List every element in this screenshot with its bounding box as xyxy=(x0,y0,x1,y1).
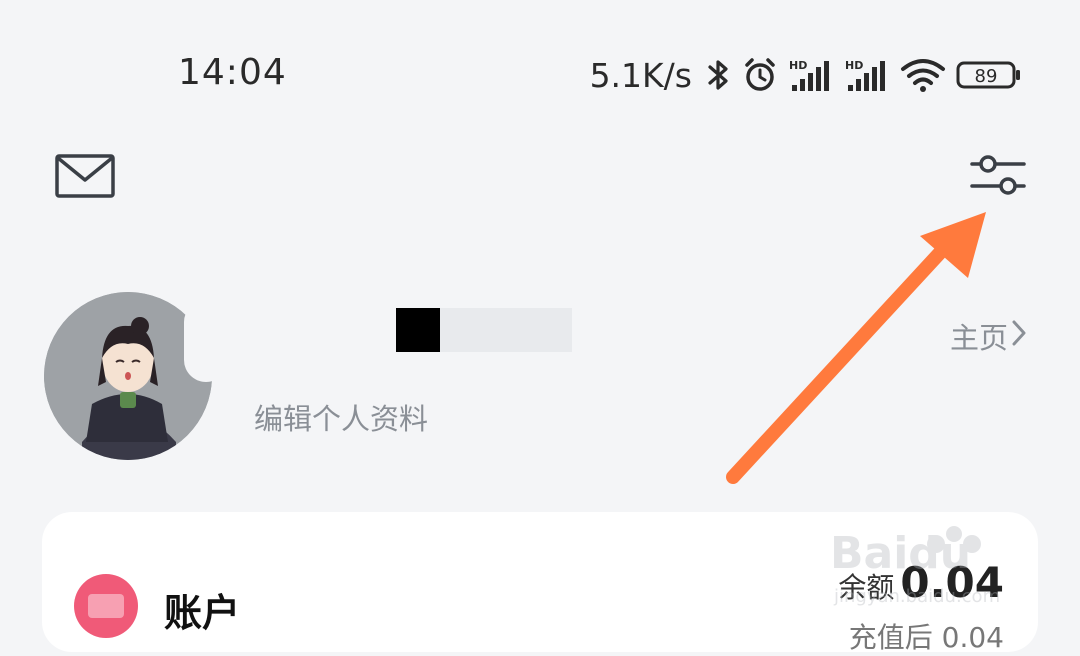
network-speed: 5.1K/s xyxy=(589,55,692,95)
wifi-icon xyxy=(900,57,946,93)
homepage-link[interactable]: 主页 xyxy=(950,315,1026,357)
balance-value: 0.04 xyxy=(900,558,1004,607)
balance: 余额 0.04 xyxy=(838,558,1004,607)
bluetooth-icon xyxy=(706,57,732,93)
chevron-right-icon xyxy=(1012,319,1026,353)
alarm-icon xyxy=(742,57,778,93)
edit-profile-link[interactable]: 编辑个人资料 xyxy=(254,396,428,438)
status-time: 14:04 xyxy=(178,52,287,93)
mail-icon[interactable] xyxy=(55,152,115,200)
svg-text:HD: HD xyxy=(845,59,863,72)
svg-text:HD: HD xyxy=(789,59,807,72)
wallet-icon xyxy=(74,574,138,638)
battery-level: 89 xyxy=(975,66,998,87)
avatar-notch xyxy=(184,300,228,382)
secondary-amount: 充值后 0.04 xyxy=(848,621,1004,654)
status-bar: 14:04 5.1K/s HD HD 89 xyxy=(0,0,1080,150)
battery-icon: 89 xyxy=(956,57,1022,93)
homepage-label: 主页 xyxy=(950,321,1009,355)
username-mask xyxy=(396,308,440,352)
status-icons: 5.1K/s HD HD 89 xyxy=(590,52,1022,98)
balance-label: 余额 xyxy=(838,571,895,604)
account-card[interactable]: 账户 余额 0.04 充值后 0.04 xyxy=(42,512,1038,654)
settings-sliders-icon[interactable] xyxy=(968,152,1028,200)
hd-signal-icon: HD xyxy=(788,57,834,93)
username-redacted xyxy=(396,308,572,352)
hd-signal-icon-2: HD xyxy=(844,57,890,93)
